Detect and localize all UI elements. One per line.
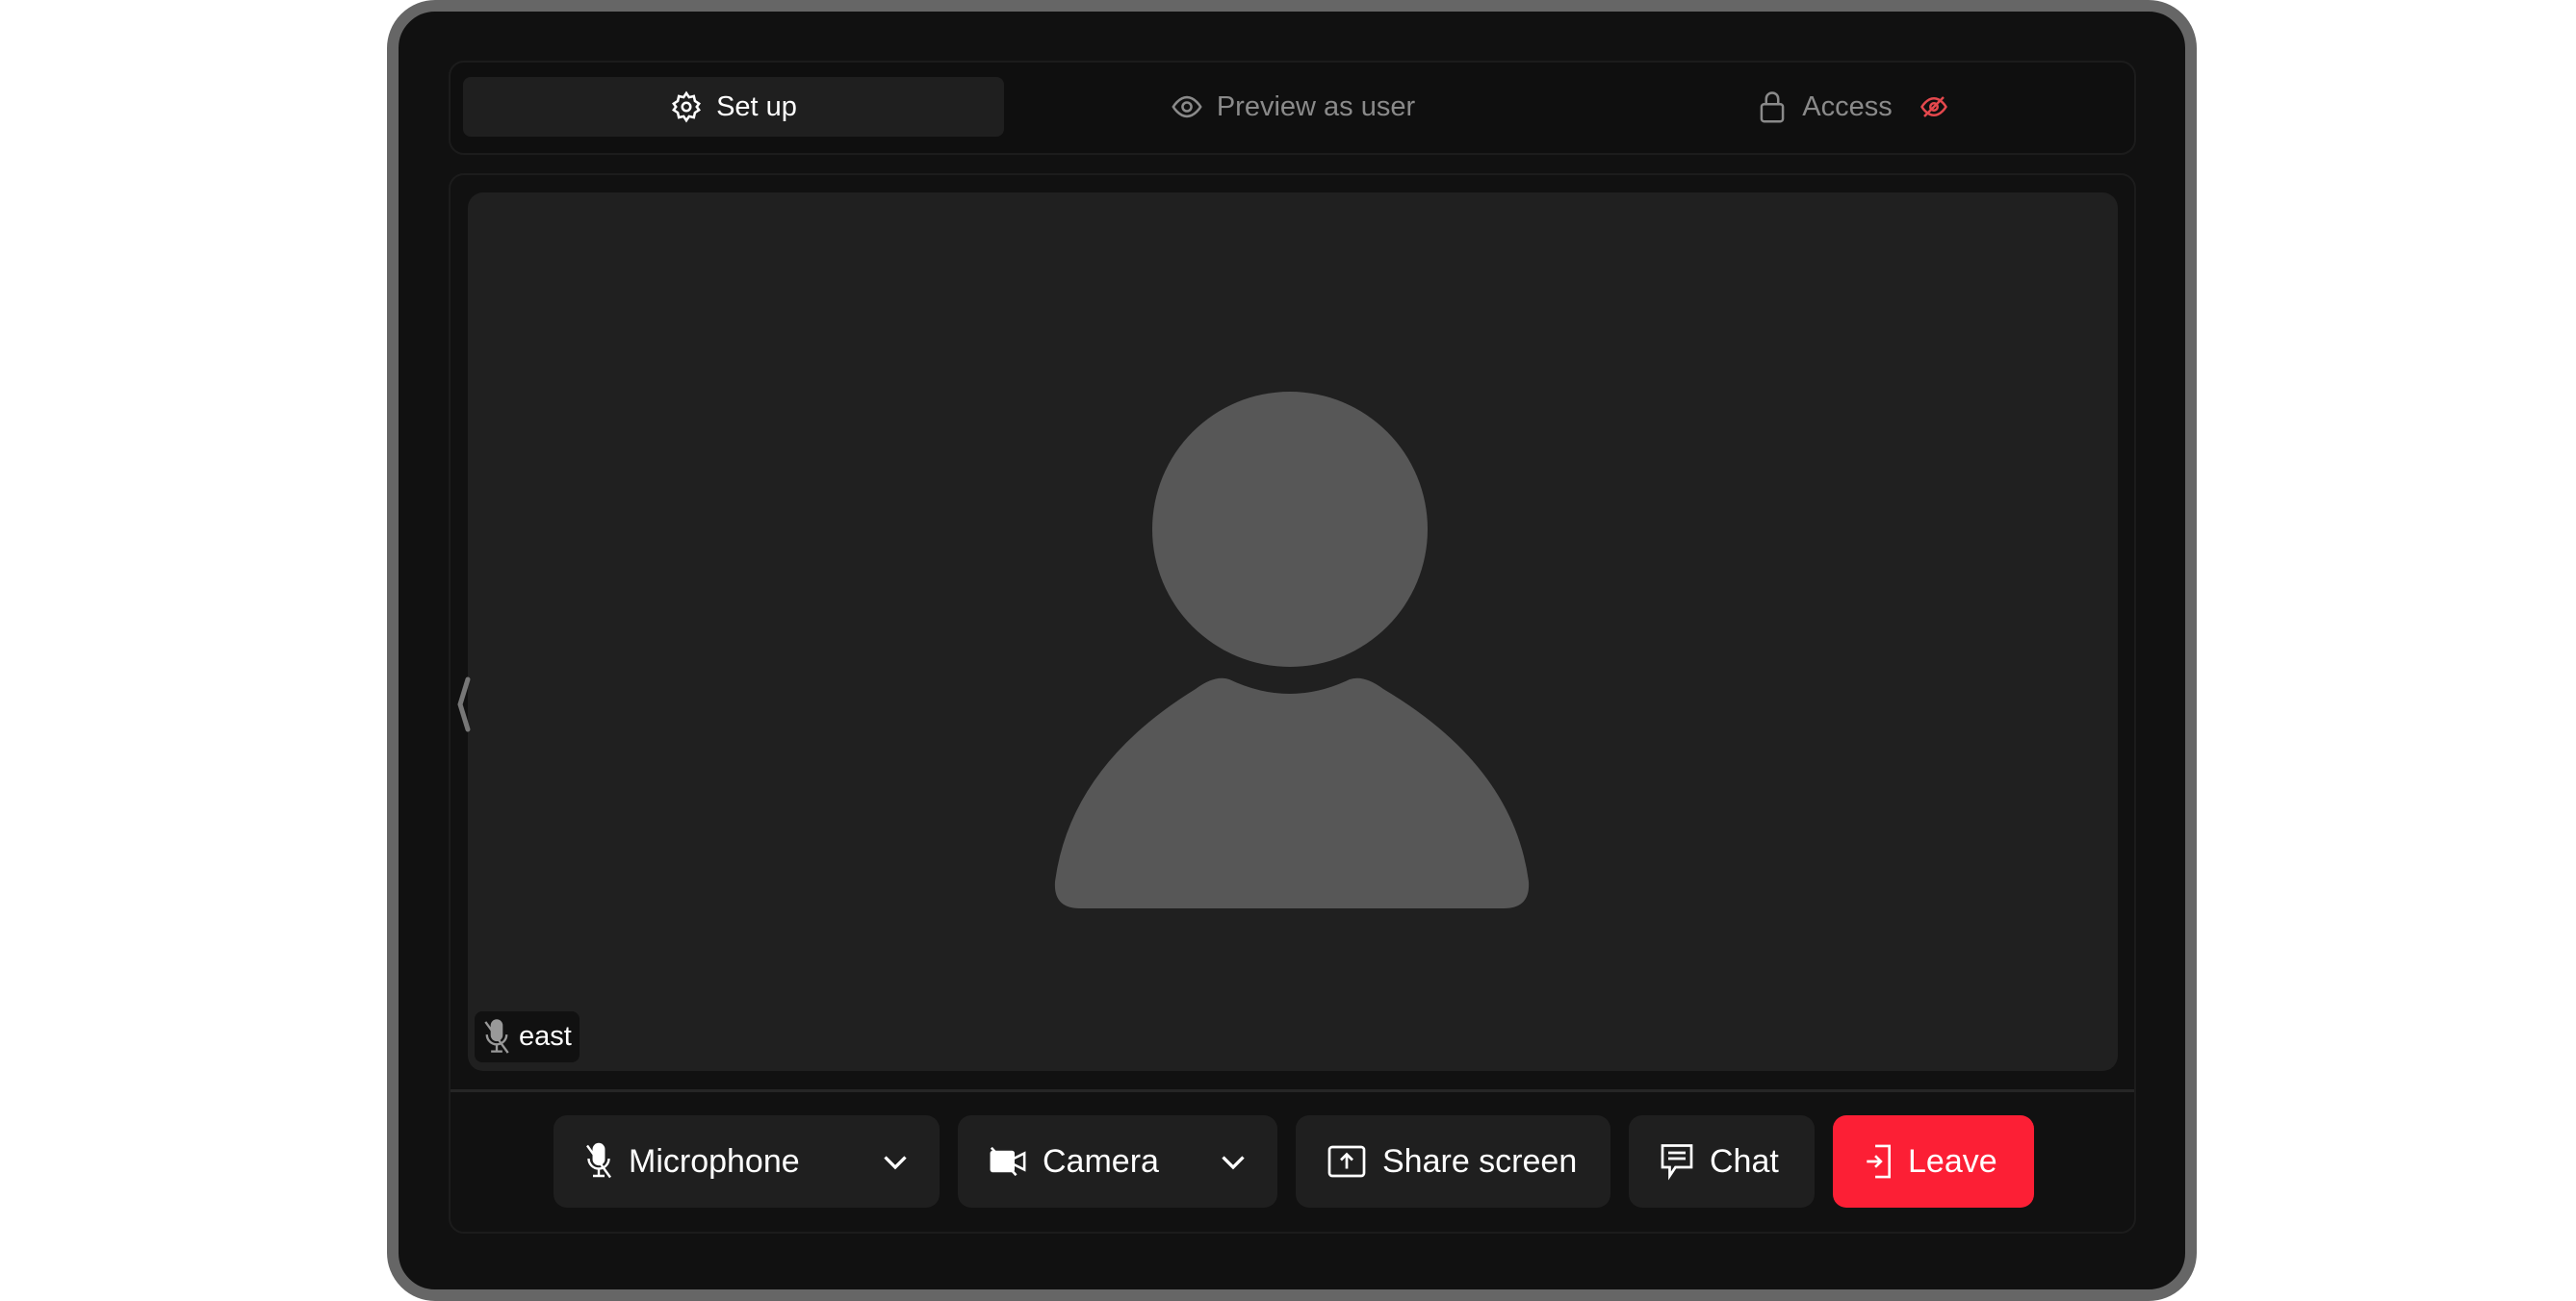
- leave-label: Leave: [1908, 1142, 1997, 1180]
- tab-label: Access: [1802, 90, 1893, 122]
- tab-label: Preview as user: [1216, 90, 1416, 122]
- chat-button[interactable]: Chat: [1629, 1115, 1815, 1208]
- call-panel: east Microphone Camera Share screen Chat…: [449, 173, 2136, 1234]
- chevron-down-icon[interactable]: [1216, 1144, 1250, 1179]
- mode-tabs: Set up Preview as user Access: [449, 61, 2136, 155]
- tab-set-up[interactable]: Set up: [463, 77, 1004, 137]
- tab-access[interactable]: Access: [1582, 77, 2123, 137]
- leave-button[interactable]: Leave: [1833, 1115, 2034, 1208]
- chat-label: Chat: [1710, 1142, 1779, 1180]
- eye-icon: [1172, 95, 1202, 118]
- chat-icon: [1661, 1144, 1693, 1181]
- tab-label: Set up: [716, 90, 797, 122]
- leave-icon: [1867, 1144, 1892, 1179]
- participant-name: east: [519, 1021, 572, 1052]
- eye-off-icon: [1919, 96, 1947, 117]
- divider: [451, 1089, 2134, 1092]
- share-screen-button[interactable]: Share screen: [1296, 1115, 1610, 1208]
- share-screen-label: Share screen: [1382, 1142, 1578, 1180]
- collapse-sidebar-chevron-icon[interactable]: [456, 676, 472, 733]
- chevron-down-icon[interactable]: [878, 1144, 913, 1179]
- microphone-muted-icon: [484, 1018, 509, 1054]
- gear-icon: [672, 90, 702, 123]
- participant-name-tag: east: [475, 1011, 580, 1062]
- microphone-muted-icon: [586, 1142, 611, 1179]
- avatar-placeholder-icon: [1054, 392, 1530, 908]
- share-screen-icon: [1327, 1145, 1366, 1178]
- camera-off-icon: [990, 1146, 1026, 1177]
- camera-label: Camera: [1043, 1142, 1159, 1180]
- video-tile: east: [468, 192, 2118, 1071]
- microphone-button[interactable]: Microphone: [554, 1115, 940, 1208]
- microphone-label: Microphone: [629, 1142, 800, 1180]
- tab-preview-as-user[interactable]: Preview as user: [1022, 77, 1563, 137]
- lock-icon: [1760, 91, 1785, 123]
- camera-button[interactable]: Camera: [958, 1115, 1277, 1208]
